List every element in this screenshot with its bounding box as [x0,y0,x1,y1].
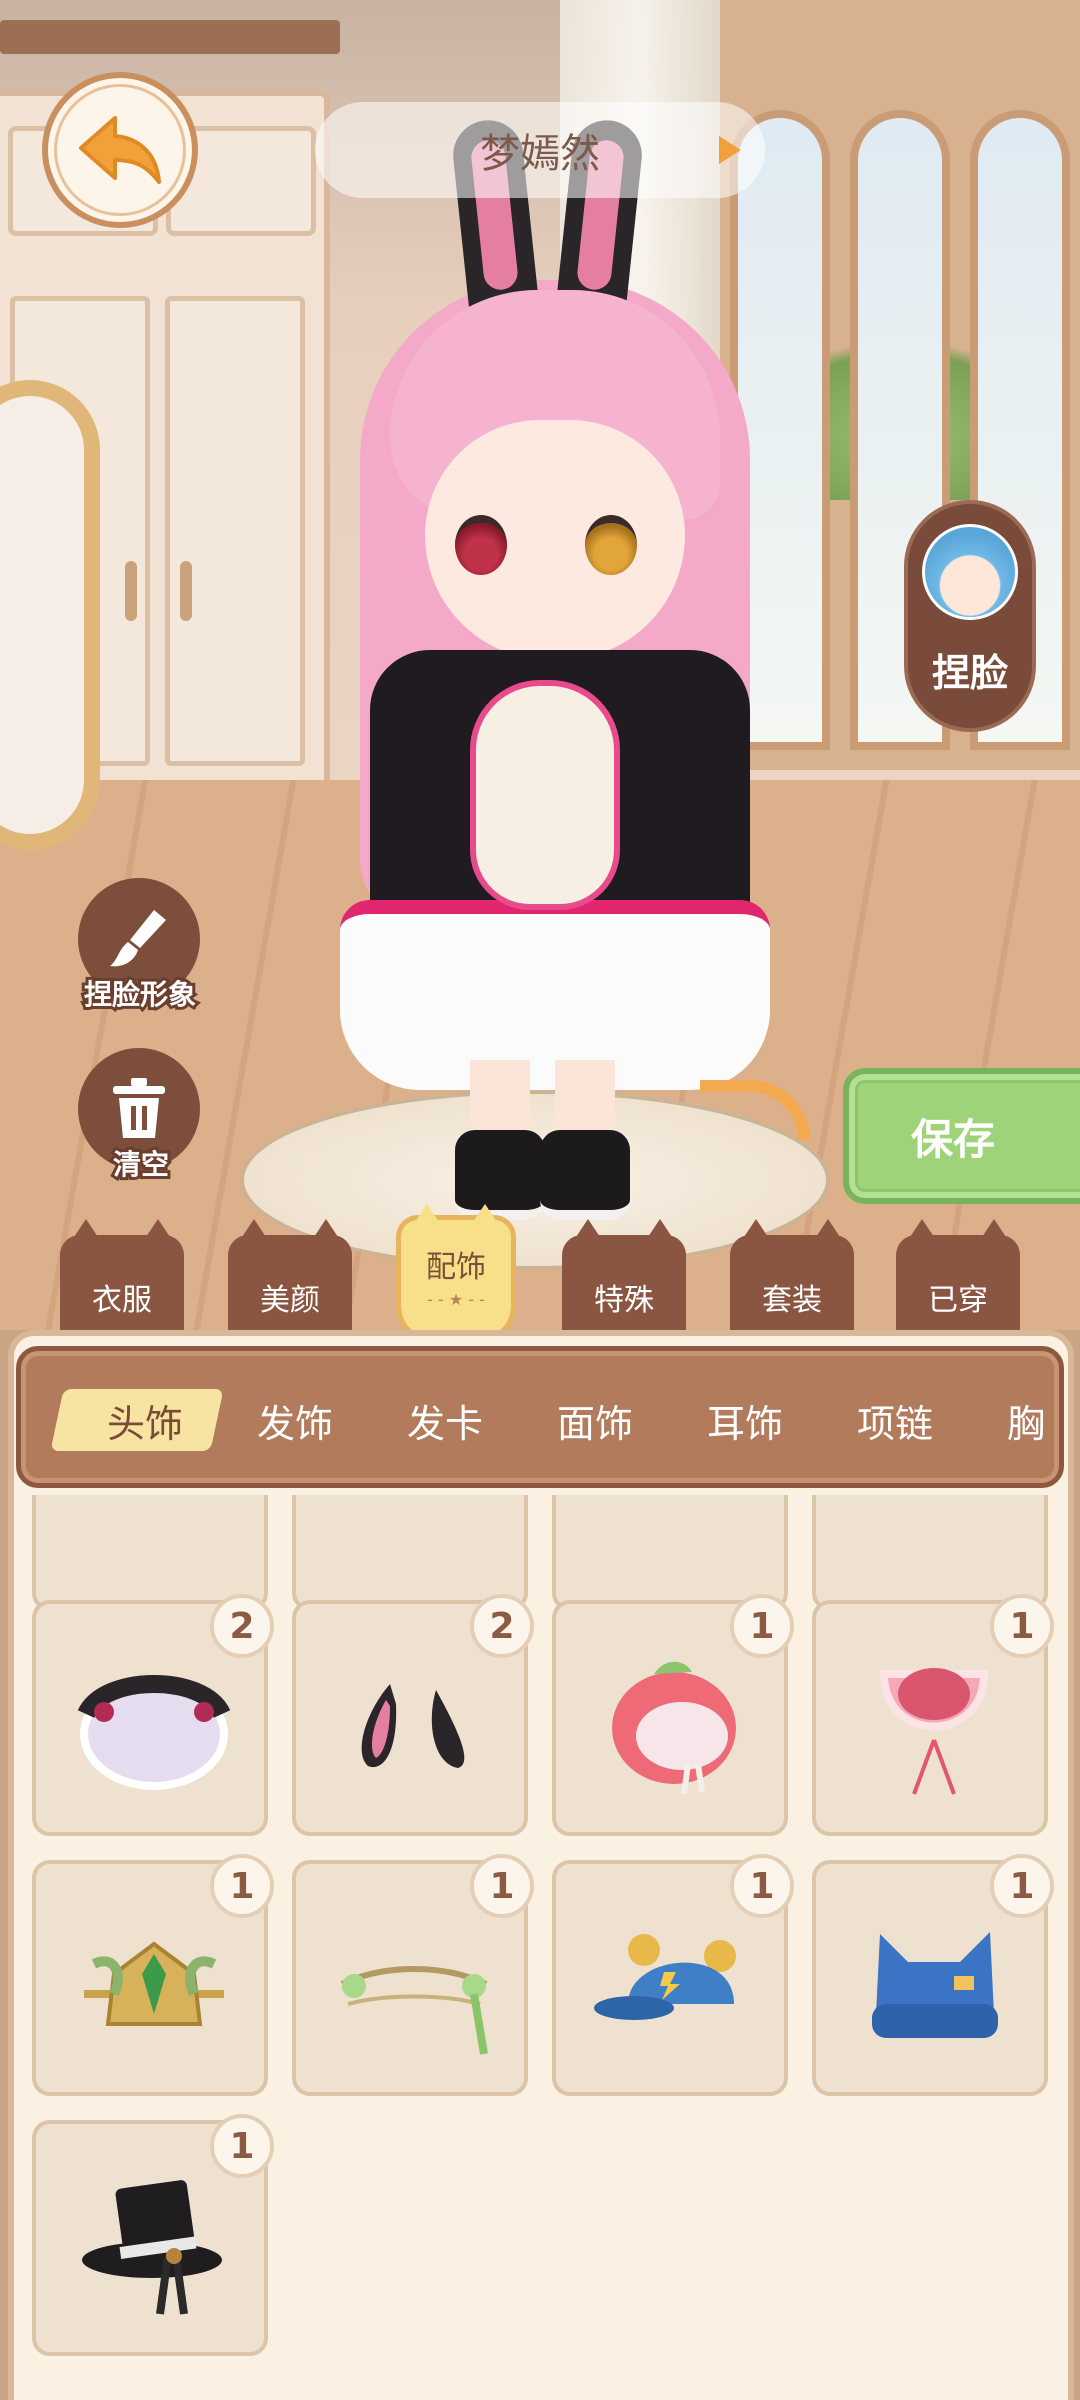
character-boot [540,1130,630,1220]
item-cell[interactable]: 1 [812,1594,1054,1836]
category-tabs: 衣服 美颜 配饰 - - ★ - - 特殊 套装 已穿 [0,1204,1080,1345]
face-edit-button[interactable]: 捏脸 [904,500,1036,732]
item-grid[interactable]: 2 2 1 1 1 1 1 1 1 [20,1495,1060,2375]
item-count-badge: 1 [990,1854,1054,1918]
item-cell[interactable]: 2 [292,1594,534,1836]
item-cell[interactable]: 1 [552,1854,794,2096]
leaf-vine-circlet-icon [340,1966,488,2055]
back-button[interactable] [42,72,198,228]
face-image-label: 捏脸形象 [81,975,199,1014]
wall-shelf [0,20,340,54]
tab-special[interactable]: 特殊 [562,1219,686,1341]
left-eye [455,515,507,575]
tab-accessories[interactable]: 配饰 - - ★ - - [396,1204,516,1345]
subcategory-headwear[interactable]: 头饰 [107,1393,183,1448]
item-count-badge: 1 [210,1854,274,1918]
item-count-badge: 2 [470,1594,534,1658]
subcategory-hairpin[interactable]: 发卡 [407,1393,483,1448]
door-knob [125,561,137,621]
item-count-badge: 2 [210,1594,274,1658]
character-face [425,420,685,660]
character-apron [470,680,620,910]
subcategory-face-accessory[interactable]: 面饰 [557,1393,633,1448]
subcategory-bar: 头饰 发饰 发卡 面饰 耳饰 项链 胸 [16,1346,1064,1488]
blue-cat-beanie-icon [872,1932,998,2038]
trash-icon [113,1078,165,1138]
subcategory-necklace[interactable]: 项链 [857,1393,933,1448]
maid-headband-icon [77,1675,231,1790]
cabinet-door [165,296,305,766]
item-cell-partial[interactable] [32,1495,268,1611]
tab-beauty[interactable]: 美颜 [228,1219,352,1341]
character-name: 梦嫣然 [480,131,600,177]
character-avatar[interactable] [330,116,780,1220]
item-cell[interactable]: 2 [32,1594,274,1836]
face-avatar-icon [922,524,1018,620]
tab-outfits[interactable]: 套装 [730,1219,854,1341]
save-button[interactable]: 保存 [843,1068,1080,1204]
bunny-ears-icon [361,1684,465,1768]
door-knob [180,561,192,621]
item-cell[interactable]: 1 [292,1854,534,2096]
face-edit-label: 捏脸 [931,651,1008,695]
subcategory-earrings[interactable]: 耳饰 [707,1393,783,1448]
character-name-bar[interactable]: 梦嫣然 [315,102,765,198]
tab-star-decoration-icon: - - ★ - - [427,1289,485,1309]
tab-worn[interactable]: 已穿 [896,1219,1020,1341]
item-cell-partial[interactable] [812,1495,1048,1611]
golden-crown-icon [84,1941,224,2026]
peach-cap-icon [612,1661,736,1795]
item-count-badge: 1 [730,1854,794,1918]
subcategory-hair-ornament[interactable]: 发饰 [257,1393,333,1448]
standing-mirror [0,380,100,850]
item-cell[interactable]: 1 [812,1854,1054,2096]
right-eye [585,515,637,575]
back-arrow-icon [79,116,161,184]
clear-label: 清空 [110,1145,172,1184]
save-label: 保存 [910,1114,995,1164]
play-voice-icon[interactable] [719,136,741,164]
pink-bonnet-icon [879,1668,989,1795]
tab-clothes[interactable]: 衣服 [60,1219,184,1341]
item-cell-partial[interactable] [552,1495,788,1611]
item-count-badge: 1 [470,1854,534,1918]
brush-icon [110,910,166,967]
blue-bear-cap-icon [594,1934,736,2020]
item-cell[interactable]: 1 [32,2114,274,2356]
item-cell[interactable]: 1 [32,1854,274,2096]
item-cell-partial[interactable] [292,1495,528,1611]
item-cell[interactable]: 1 [552,1594,794,1836]
item-count-badge: 1 [730,1594,794,1658]
black-top-hat-icon [82,2180,222,2315]
item-count-badge: 1 [990,1594,1054,1658]
subcategory-chest[interactable]: 胸 [1007,1393,1045,1448]
item-count-badge: 1 [210,2114,274,2178]
